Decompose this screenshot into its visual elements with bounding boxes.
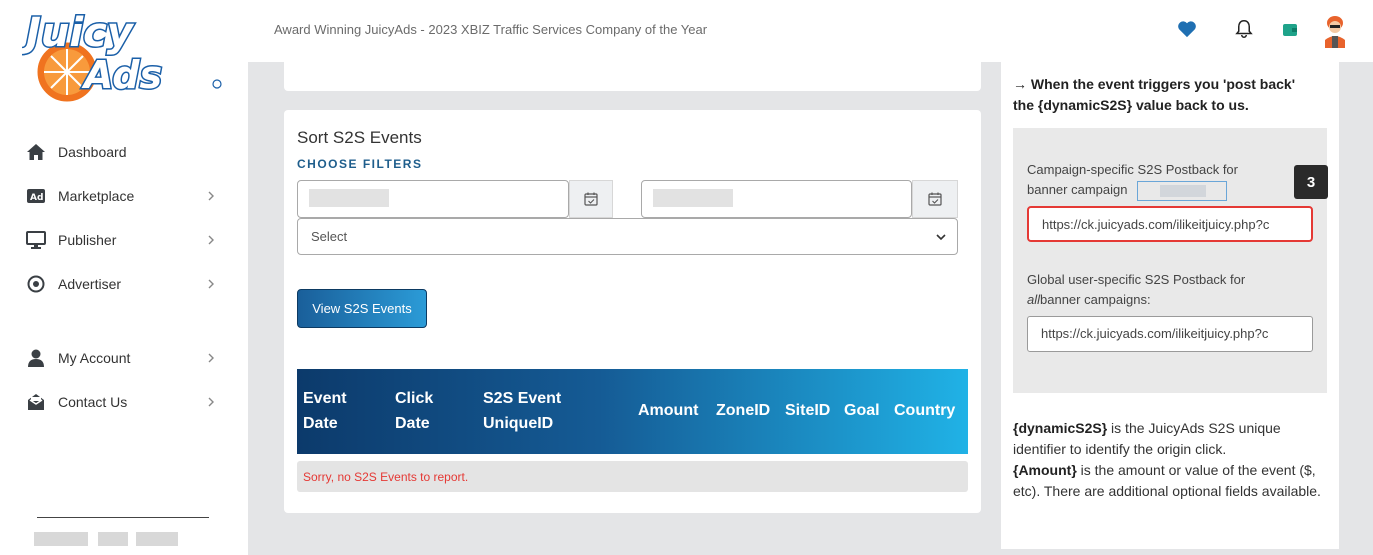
redacted-campaign	[1160, 184, 1207, 197]
global-postback-label: Global user-specific S2S Postback for al…	[1027, 270, 1307, 310]
col-event-date[interactable]: Event Date	[303, 386, 347, 436]
col-country[interactable]: Country	[894, 398, 955, 423]
juicyads-logo[interactable]: Juicy Ads	[18, 6, 227, 106]
chevron-down-icon	[936, 234, 946, 241]
previous-card	[284, 62, 981, 91]
start-date-calendar-button[interactable]	[569, 180, 613, 218]
col-s2s-event-uniqueid[interactable]: S2S Event UniqueID	[483, 386, 561, 436]
redacted-text	[98, 532, 128, 546]
sidebar-item-label: Dashboard	[58, 144, 127, 160]
term-dynamic-s2s: {dynamicS2S}	[1013, 420, 1108, 436]
label-line: Global user-specific S2S Postback for	[1027, 272, 1246, 287]
chevron-right-icon	[208, 397, 214, 407]
sidebar-item-label: My Account	[58, 350, 131, 366]
monitor-icon	[26, 230, 46, 250]
logo-text-bottom: Ads	[81, 53, 162, 97]
label-text: banner campaign	[1027, 182, 1128, 197]
redacted-text	[136, 532, 178, 546]
start-date-input[interactable]	[297, 180, 569, 218]
sidebar-item-contact-us[interactable]: Contact Us	[26, 390, 226, 414]
sidebar-item-publisher[interactable]: Publisher	[26, 228, 226, 252]
postback-explanation: {dynamicS2S} is the JuicyAds S2S unique …	[1013, 418, 1329, 502]
campaign-postback-label: Campaign-specific S2S Postback for banne…	[1027, 160, 1307, 201]
sidebar-item-my-account[interactable]: My Account	[26, 346, 226, 370]
col-label: UniqueID	[483, 415, 554, 432]
heart-icon[interactable]	[1176, 18, 1198, 40]
ad-icon: Ad	[26, 186, 46, 206]
sidebar-item-advertiser[interactable]: Advertiser	[26, 272, 226, 296]
col-click-date[interactable]: Click Date	[395, 386, 433, 436]
sidebar-item-label: Advertiser	[58, 276, 122, 292]
card-title: Sort S2S Events	[297, 128, 422, 147]
end-date-calendar-button[interactable]	[912, 180, 958, 218]
calendar-icon	[584, 192, 598, 206]
col-label: Date	[303, 415, 338, 432]
postback-info-panel: → When the event triggers you 'post back…	[1001, 62, 1339, 549]
col-siteid[interactable]: SiteID	[785, 398, 830, 423]
choose-filters-label: CHOOSE FILTERS	[297, 157, 423, 171]
logo-text-top: Juicy	[22, 10, 135, 56]
col-label: S2S Event	[483, 390, 562, 407]
target-icon	[26, 274, 46, 294]
label-line: banner campaign	[1027, 180, 1307, 201]
campaign-postback-url-field[interactable]: https://ck.juicyads.com/ilikeitjuicy.php…	[1027, 206, 1313, 242]
sidebar-item-label: Marketplace	[58, 188, 135, 204]
sidebar-item-label: Publisher	[58, 232, 117, 248]
sidebar: Dashboard Ad Marketplace Publisher Adver…	[0, 62, 248, 555]
col-label: Click	[395, 390, 434, 407]
user-icon	[26, 348, 46, 368]
global-postback-url-field[interactable]: https://ck.juicyads.com/ilikeitjuicy.php…	[1027, 316, 1313, 352]
chevron-right-icon	[208, 191, 214, 201]
filter-select[interactable]: Select	[297, 218, 958, 255]
col-label: Date	[395, 415, 430, 432]
col-goal[interactable]: Goal	[844, 398, 880, 423]
select-value: Select	[311, 229, 348, 244]
col-label: Event	[303, 390, 347, 407]
postback-urls-box: Campaign-specific S2S Postback for banne…	[1013, 128, 1327, 393]
chevron-right-icon	[208, 279, 214, 289]
label-emphasis: all	[1027, 292, 1041, 307]
campaign-selector[interactable]	[1137, 180, 1228, 201]
redacted-date	[309, 189, 389, 207]
events-table-header: Event Date Click Date S2S Event UniqueID…	[297, 369, 968, 454]
redacted-date	[653, 189, 733, 207]
empty-state-message: Sorry, no S2S Events to report.	[297, 461, 968, 492]
sort-s2s-events-card: Sort S2S Events CHOOSE FILTERS Select Vi…	[284, 110, 981, 513]
sidebar-divider	[37, 517, 209, 518]
chevron-right-icon	[208, 235, 214, 245]
bell-icon[interactable]	[1233, 18, 1255, 40]
label-text: banner campaigns:	[1040, 292, 1151, 307]
heading-line: → When the event triggers you 'post back…	[1013, 76, 1296, 92]
svg-text:Ad: Ad	[30, 193, 43, 203]
redacted-text	[34, 532, 88, 546]
mail-icon	[26, 392, 46, 412]
tagline: Award Winning JuicyAds - 2023 XBIZ Traff…	[274, 22, 708, 37]
view-s2s-events-button[interactable]: View S2S Events	[297, 289, 427, 328]
avatar[interactable]	[1322, 14, 1348, 48]
label-line: allbanner campaigns:	[1027, 290, 1307, 310]
sidebar-item-dashboard[interactable]: Dashboard	[26, 140, 226, 164]
calendar-icon	[928, 192, 942, 206]
label-line: Campaign-specific S2S Postback for	[1027, 162, 1238, 177]
heading-line: the {dynamicS2S} value back to us.	[1013, 97, 1249, 113]
sidebar-item-label: Contact Us	[58, 394, 128, 410]
home-icon	[26, 142, 46, 162]
wallet-icon[interactable]	[1279, 18, 1301, 40]
term-amount: {Amount}	[1013, 462, 1077, 478]
sidebar-item-marketplace[interactable]: Ad Marketplace	[26, 184, 226, 208]
postback-heading: → When the event triggers you 'post back…	[1013, 74, 1333, 116]
col-zoneid[interactable]: ZoneID	[716, 398, 770, 423]
step-badge: 3	[1294, 165, 1328, 199]
end-date-input[interactable]	[641, 180, 912, 218]
chevron-right-icon	[208, 353, 214, 363]
col-amount[interactable]: Amount	[638, 398, 698, 423]
